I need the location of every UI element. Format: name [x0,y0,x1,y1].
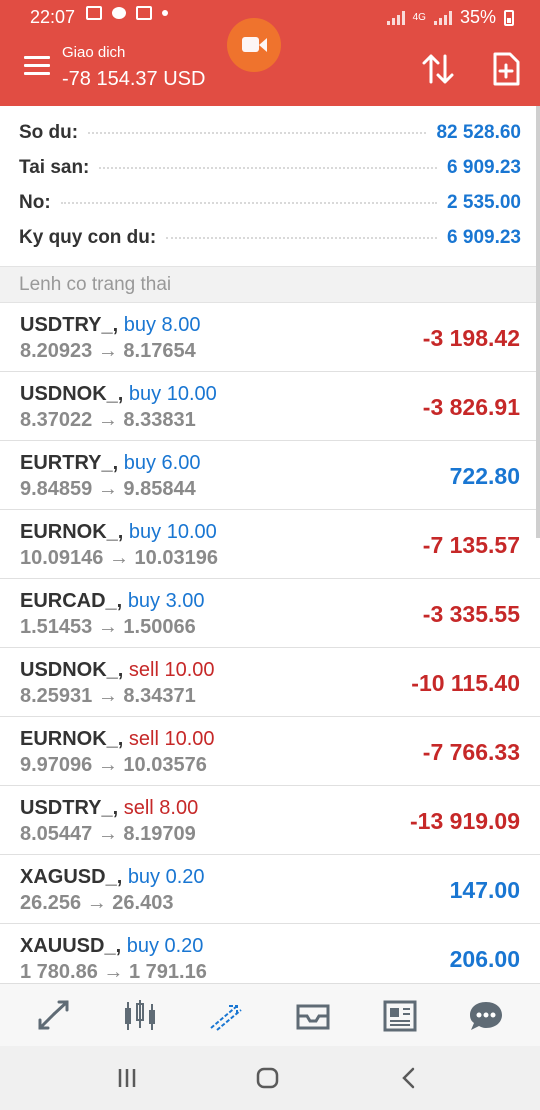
news-icon[interactable] [380,998,420,1034]
page-title: Giao dich [62,44,126,61]
position-symbol: EURTRY_, [20,452,119,474]
summary-row-free-margin: Ky quy con du: 6 909.23 [19,223,521,253]
position-row[interactable]: USDTRY_, buy 8.00 8.20923 → 8.17654 -3 1… [0,303,540,372]
position-symbol: EURNOK_, [20,521,124,543]
bottom-navigation [0,983,540,1046]
summary-label: No: [19,192,51,213]
position-row[interactable]: EURCAD_, buy 3.00 1.51453 → 1.50066 -3 3… [0,579,540,648]
position-prices: 26.256 → 26.403 [20,892,174,914]
chat-icon[interactable] [466,998,506,1034]
position-prices: 8.20923 → 8.17654 [20,340,196,362]
position-row[interactable]: USDNOK_, buy 10.00 8.37022 → 8.33831 -3 … [0,372,540,441]
signal-icon-2 [433,10,452,25]
message-icon [112,7,126,19]
position-prices: 1 780.86 → 1 791.16 [20,961,207,983]
positions-list[interactable]: USDTRY_, buy 8.00 8.20923 → 8.17654 -3 1… [0,303,540,983]
position-row[interactable]: USDNOK_, sell 10.00 8.25931 → 8.34371 -1… [0,648,540,717]
trade-icon[interactable] [207,998,247,1034]
back-icon[interactable] [394,1066,424,1090]
menu-icon[interactable] [24,56,50,78]
position-symbol: EURNOK_, [20,728,124,750]
position-side: buy 10.00 [128,521,217,543]
position-prices: 1.51453 → 1.50066 [20,616,196,638]
summary-row-margin: No: 2 535.00 [19,188,521,218]
notification-icon [86,6,102,20]
position-prices: 8.05447 → 8.19709 [20,823,196,845]
position-symbol: XAUUSD_, [20,935,122,957]
position-symbol: USDTRY_, [20,797,119,819]
network-type: 4G [412,12,426,23]
quotes-icon[interactable] [34,998,74,1034]
position-side: buy 0.20 [127,866,205,888]
scrollbar[interactable] [536,106,540,538]
position-profit: -7 766.33 [422,739,520,765]
position-side: sell 10.00 [128,659,215,681]
position-side: buy 3.00 [127,590,205,612]
battery-percent: 35% [459,7,496,27]
summary-value: 82 528.60 [436,122,521,143]
position-side: buy 0.20 [126,935,204,957]
section-title: Lenh co trang thai [19,274,172,295]
notification-icons [86,6,168,20]
summary-value: 6 909.23 [447,227,521,248]
position-symbol: EURCAD_, [20,590,123,612]
recent-apps-icon[interactable] [112,1066,142,1090]
account-summary: So du: 82 528.60 Tai san: 6 909.23 No: 2… [0,106,540,266]
app-header: 22:07 4G 35% Giao dich -78 154.37 USD [0,0,540,106]
position-row[interactable]: XAGUSD_, buy 0.20 26.256 → 26.403 147.00 [0,855,540,924]
position-prices: 8.37022 → 8.33831 [20,409,196,431]
position-profit: 147.00 [449,877,520,903]
position-profit: 206.00 [449,946,520,972]
position-prices: 8.25931 → 8.34371 [20,685,196,707]
position-profit: -7 135.57 [422,532,520,558]
positions-section-header: Lenh co trang thai [0,266,540,303]
record-icon[interactable] [227,18,281,72]
position-prices: 9.97096 → 10.03576 [20,754,207,776]
sort-icon[interactable] [420,52,456,86]
position-row[interactable]: USDTRY_, sell 8.00 8.05447 → 8.19709 -13… [0,786,540,855]
position-row[interactable]: EURTRY_, buy 6.00 9.84859 → 9.85844 722.… [0,441,540,510]
summary-value: 6 909.23 [447,157,521,178]
position-prices: 9.84859 → 9.85844 [20,478,196,500]
new-document-icon[interactable] [492,52,520,86]
summary-label: Tai san: [19,157,90,178]
system-navigation [0,1046,540,1110]
position-profit: -3 826.91 [422,394,520,420]
position-symbol: USDNOK_, [20,383,124,405]
position-side: sell 8.00 [123,797,199,819]
position-profit: 722.80 [449,463,520,489]
inbox-icon[interactable] [293,998,333,1034]
summary-row-balance: So du: 82 528.60 [19,118,521,148]
summary-label: So du: [19,122,79,143]
position-profit: -10 115.40 [411,670,520,696]
status-time: 22:07 [30,7,76,27]
position-profit: -13 919.09 [410,808,520,834]
position-side: buy 6.00 [123,452,201,474]
header-balance: -78 154.37 USD [62,68,206,90]
chart-icon[interactable] [120,998,160,1034]
position-prices: 10.09146 → 10.03196 [20,547,218,569]
summary-label: Ky quy con du: [19,227,157,248]
status-right: 4G 35% [386,7,514,28]
position-side: buy 10.00 [128,383,217,405]
position-side: sell 10.00 [128,728,215,750]
battery-icon [504,9,514,26]
home-icon[interactable] [253,1066,283,1090]
image-icon [136,6,152,20]
position-side: buy 8.00 [123,314,201,336]
position-row[interactable]: EURNOK_, sell 10.00 9.97096 → 10.03576 -… [0,717,540,786]
position-symbol: USDNOK_, [20,659,124,681]
position-profit: -3 198.42 [422,325,520,351]
summary-value: 2 535.00 [447,192,521,213]
position-row[interactable]: EURNOK_, buy 10.00 10.09146 → 10.03196 -… [0,510,540,579]
position-profit: -3 335.55 [422,601,520,627]
summary-row-equity: Tai san: 6 909.23 [19,153,521,183]
position-symbol: USDTRY_, [20,314,119,336]
camera-icon [242,37,259,52]
signal-icon [386,10,405,25]
more-notifications-icon [162,10,168,16]
position-symbol: XAGUSD_, [20,866,123,888]
position-row[interactable]: XAUUSD_, buy 0.20 1 780.86 → 1 791.16 20… [0,924,540,983]
